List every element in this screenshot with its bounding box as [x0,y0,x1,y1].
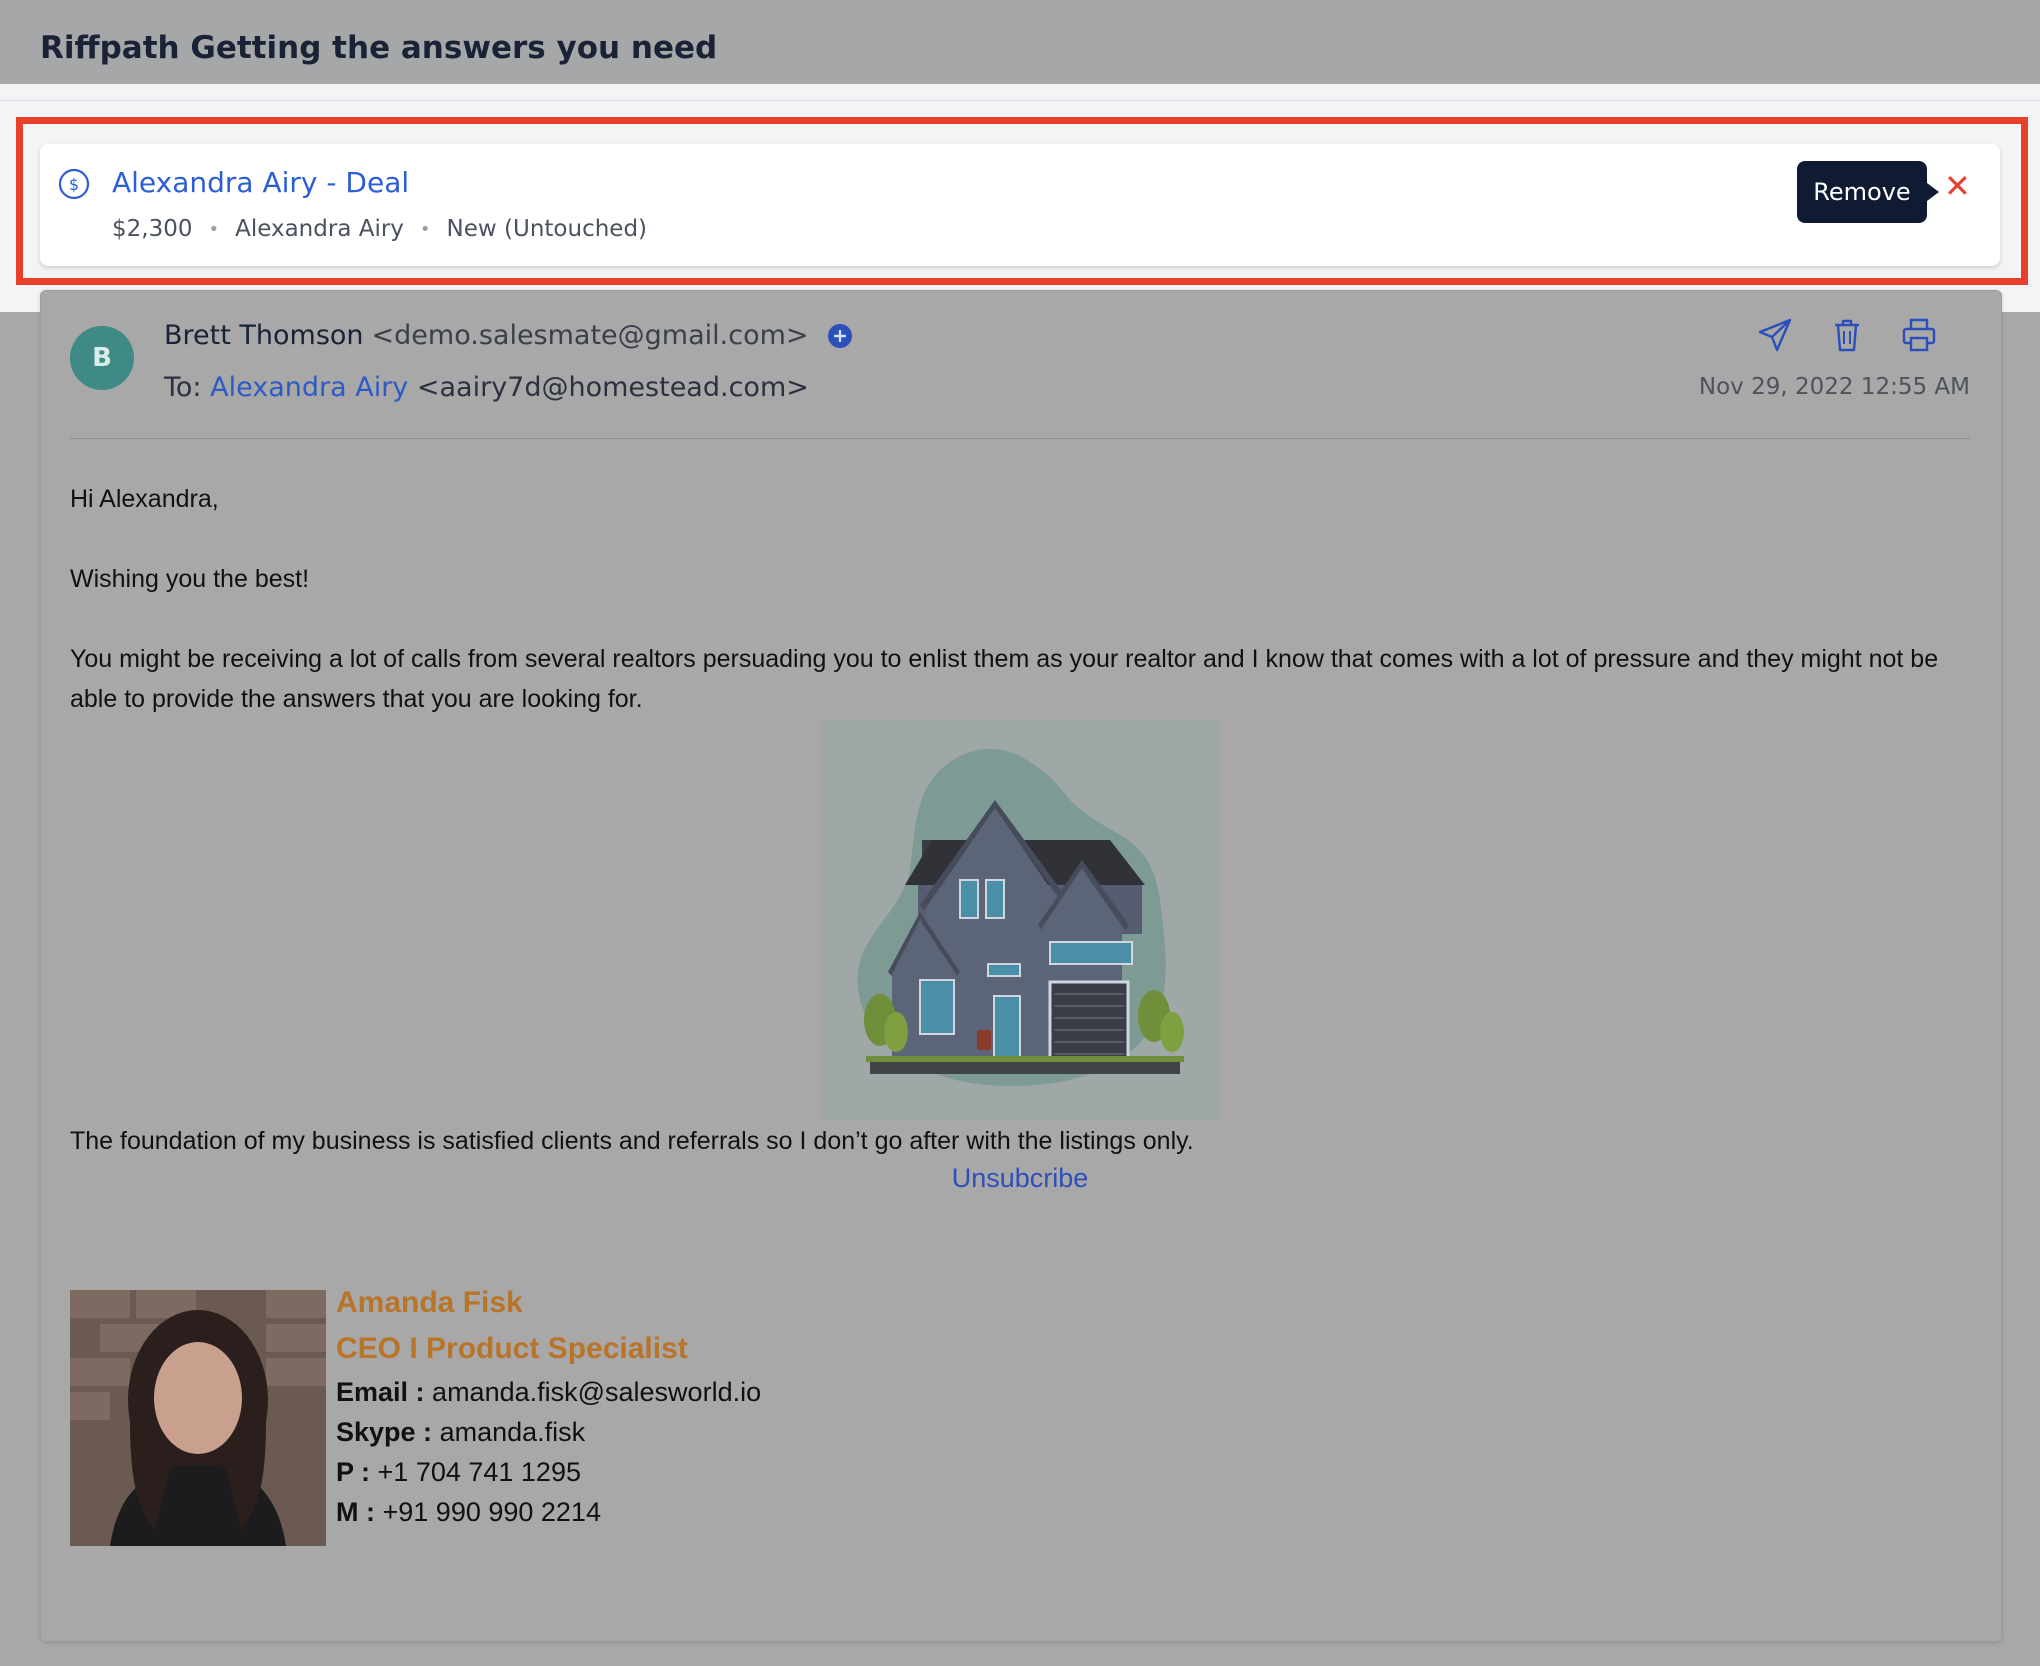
signature-mobile-label: M : [336,1497,375,1527]
from-line: Brett Thomson <demo.salesmate@gmail.com> [164,320,853,351]
deal-title-link[interactable]: Alexandra Airy - Deal [112,166,409,199]
avatar: B [70,326,134,390]
signature-mobile-value: +91 990 990 2214 [382,1497,601,1527]
signature-block: Amanda Fisk CEO I Product Specialist Ema… [336,1280,761,1532]
signature-skype-row: Skype : amanda.fisk [336,1412,761,1452]
closing-line: The foundation of my business is satisfi… [70,1127,1194,1155]
deal-amount: $2,300 [112,216,193,242]
unsubscribe-link[interactable]: Unsubcribe [0,1163,2040,1194]
signature-name: Amanda Fisk [336,1286,523,1319]
remove-tooltip: Remove [1797,161,1939,223]
to-line: To: Alexandra Airy <aairy7d@homestead.co… [164,372,809,403]
deal-status: New (Untouched) [446,216,648,242]
deal-meta: $2,300 • Alexandra Airy • New (Untouched… [112,216,647,242]
signature-skype-value: amanda.fisk [439,1417,586,1447]
house-illustration [820,720,1220,1120]
sender-name: Brett Thomson [164,320,364,351]
page-title: Riffpath Getting the answers you need [40,30,718,66]
body-paragraph: You might be receiving a lot of calls fr… [70,645,1939,713]
signature-phone-value: +1 704 741 1295 [377,1457,581,1487]
signature-phone-row: P : +1 704 741 1295 [336,1452,761,1492]
signature-email-value: amanda.fisk@salesworld.io [432,1377,762,1407]
signature-photo [70,1290,326,1546]
separator-dot: • [419,218,431,240]
plus-circle-icon[interactable] [827,323,853,349]
deal-card[interactable]: $ Alexandra Airy - Deal $2,300 • Alexand… [40,144,2000,266]
recipient-email: <aairy7d@homestead.com> [416,372,809,403]
email-date: Nov 29, 2022 12:55 AM [1698,374,1970,400]
separator-dot: • [208,218,220,240]
printer-icon[interactable] [1900,316,1938,354]
deal-contact: Alexandra Airy [235,216,404,242]
signature-email-label: Email : [336,1377,425,1407]
email-actions [1756,316,1938,354]
title-bar: Riffpath Getting the answers you need [0,0,2040,84]
header-divider [70,438,1970,439]
signature-role: CEO I Product Specialist [336,1332,688,1365]
svg-text:$: $ [69,175,79,194]
signature-mobile-row: M : +91 990 990 2214 [336,1492,761,1532]
signature-email-row: Email : amanda.fisk@salesworld.io [336,1372,761,1412]
signature-phone-label: P : [336,1457,371,1487]
divider [0,100,2040,101]
body-line: Wishing you the best! [70,565,310,593]
signature-skype-label: Skype : [336,1417,433,1447]
remove-deal-button[interactable]: ✕ [1944,170,1971,202]
to-label: To: [164,372,202,403]
send-icon[interactable] [1756,316,1794,354]
recipient-name-link[interactable]: Alexandra Airy [210,372,408,403]
dollar-circle-icon: $ [58,168,90,200]
trash-icon[interactable] [1828,316,1866,354]
sender-email: <demo.salesmate@gmail.com> [371,320,809,351]
greeting: Hi Alexandra, [70,485,219,513]
